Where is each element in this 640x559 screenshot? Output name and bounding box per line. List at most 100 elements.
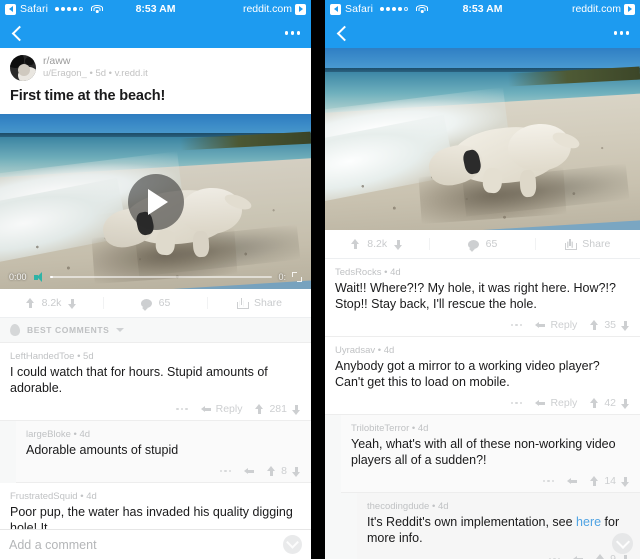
comment-vote-group[interactable]: 8 [267, 465, 301, 477]
reply-arrow-icon [535, 321, 546, 330]
video-player-scrolled[interactable] [325, 48, 640, 230]
comment-author-meta: LeftHandedToe • 5d [10, 351, 94, 362]
forward-arrow-icon[interactable] [624, 3, 635, 15]
post-meta: u/Eragon_ • 5d • v.redd.it [43, 68, 148, 79]
back-arrow-icon[interactable] [330, 3, 341, 15]
status-bar-domain: reddit.com [242, 3, 292, 15]
share-icon [565, 238, 578, 250]
downvote-arrow-icon[interactable] [394, 239, 403, 250]
post-score: 8.2k [367, 238, 388, 250]
comment-vote-group[interactable]: 42 [590, 397, 630, 409]
reply-button[interactable] [573, 555, 584, 559]
reply-arrow-icon [573, 555, 584, 559]
upvote-arrow-icon[interactable] [590, 319, 599, 331]
status-bar-left: Safari 8:53 AM reddit.com [0, 0, 311, 18]
upvote-arrow-icon[interactable] [590, 397, 599, 409]
nav-back-button[interactable] [11, 27, 24, 40]
reply-button[interactable]: Reply [535, 319, 577, 331]
wifi-icon [91, 4, 104, 14]
nav-overflow-button[interactable] [284, 31, 300, 35]
comment-vote-group[interactable]: 281 [255, 403, 301, 415]
more-horizontal-icon[interactable] [219, 469, 232, 473]
status-bar-right-group: reddit.com [572, 3, 635, 15]
comment-inline-link[interactable]: here [576, 515, 601, 529]
comment-action-row: 14 [351, 470, 630, 492]
comments-cell[interactable]: 65 [103, 297, 207, 309]
upvote-arrow-icon[interactable] [590, 475, 599, 487]
comments-cell[interactable]: 65 [429, 238, 534, 250]
downvote-arrow-icon[interactable] [292, 466, 301, 477]
share-cell[interactable]: Share [207, 297, 311, 309]
reply-arrow-icon [200, 405, 211, 414]
vote-cell[interactable]: 8.2k [325, 238, 429, 250]
downvote-arrow-icon[interactable] [68, 298, 77, 309]
flame-icon [9, 323, 21, 337]
comment-vote-group[interactable]: 9 [596, 553, 630, 559]
comment-item: Uyradsav • 4d Anybody got a mirror to a … [325, 337, 640, 415]
comment-author-meta: Uyradsav • 4d [335, 345, 395, 356]
downvote-arrow-icon[interactable] [621, 554, 630, 559]
share-icon [236, 297, 249, 309]
play-icon[interactable] [127, 173, 184, 230]
comment-author-meta: thecodingdude • 4d [367, 501, 449, 512]
video-player[interactable]: 0:00 0: [0, 114, 311, 289]
comment-action-row: Reply 281 [10, 398, 301, 420]
downvote-arrow-icon[interactable] [621, 320, 630, 331]
compose-bar-left[interactable] [0, 529, 311, 559]
upvote-arrow-icon[interactable] [255, 403, 264, 415]
fullscreen-icon[interactable] [292, 272, 302, 282]
reply-button[interactable] [244, 467, 255, 476]
signal-dots-icon [55, 7, 84, 11]
wifi-icon [416, 4, 429, 14]
status-bar-left-group[interactable]: Safari [330, 3, 429, 15]
comment-score: 14 [604, 475, 616, 487]
forward-arrow-icon[interactable] [295, 3, 306, 15]
reply-button[interactable]: Reply [200, 403, 242, 415]
chevron-down-circle-icon[interactable] [283, 535, 302, 554]
downvote-arrow-icon[interactable] [292, 404, 301, 415]
status-bar-left-group[interactable]: Safari [5, 3, 104, 15]
upvote-arrow-icon[interactable] [25, 297, 35, 309]
speaker-icon[interactable] [33, 272, 44, 283]
upvote-arrow-icon[interactable] [267, 465, 276, 477]
more-horizontal-icon[interactable] [176, 407, 188, 411]
status-bar-domain: reddit.com [571, 3, 621, 15]
more-horizontal-icon[interactable] [510, 323, 523, 327]
back-arrow-icon[interactable] [5, 3, 16, 15]
status-bar-app-label: Safari [345, 3, 374, 15]
reply-button[interactable] [567, 477, 578, 486]
comment-list-left: LeftHandedToe • 5d I could watch that fo… [0, 343, 311, 541]
reply-button[interactable]: Reply [535, 397, 577, 409]
comment-action-row: Reply 42 [335, 392, 630, 414]
video-scrubber[interactable] [49, 276, 273, 278]
nav-bar-right [325, 18, 640, 48]
share-cell[interactable]: Share [534, 238, 640, 250]
subreddit-avatar [10, 55, 36, 81]
video-thumbnail [325, 48, 640, 230]
comment-body: Wait!! Where?!? My hole, it was right he… [335, 281, 616, 311]
downvote-arrow-icon[interactable] [621, 476, 630, 487]
upvote-arrow-icon[interactable] [351, 238, 360, 250]
comment-sort-bar[interactable]: BEST COMMENTS [0, 318, 311, 343]
comment-vote-group[interactable]: 35 [590, 319, 630, 331]
vote-cell[interactable]: 8.2k [0, 297, 103, 309]
comment-score: 9 [610, 553, 616, 559]
nav-overflow-button[interactable] [613, 31, 629, 35]
chevron-down-circle-icon[interactable] [612, 533, 633, 554]
right-phone-panel: Safari 8:53 AM reddit.com 8.2k 65 Share … [325, 0, 640, 559]
add-comment-input[interactable] [9, 537, 283, 552]
subreddit-name[interactable]: r/aww [43, 55, 148, 67]
share-label: Share [582, 238, 611, 250]
more-horizontal-icon[interactable] [542, 479, 555, 483]
more-horizontal-icon[interactable] [510, 401, 523, 405]
nav-bar-left [0, 18, 311, 48]
comment-body: Adorable amounts of stupid [26, 443, 179, 457]
reply-arrow-icon [244, 467, 255, 476]
nav-back-button[interactable] [336, 27, 349, 40]
video-controls[interactable]: 0:00 0: [0, 269, 311, 285]
chevron-down-icon[interactable] [116, 328, 125, 332]
upvote-arrow-icon[interactable] [596, 553, 605, 559]
downvote-arrow-icon[interactable] [621, 398, 630, 409]
comment-item: thecodingdude • 4d It's Reddit's own imp… [357, 493, 640, 559]
comment-vote-group[interactable]: 14 [590, 475, 630, 487]
